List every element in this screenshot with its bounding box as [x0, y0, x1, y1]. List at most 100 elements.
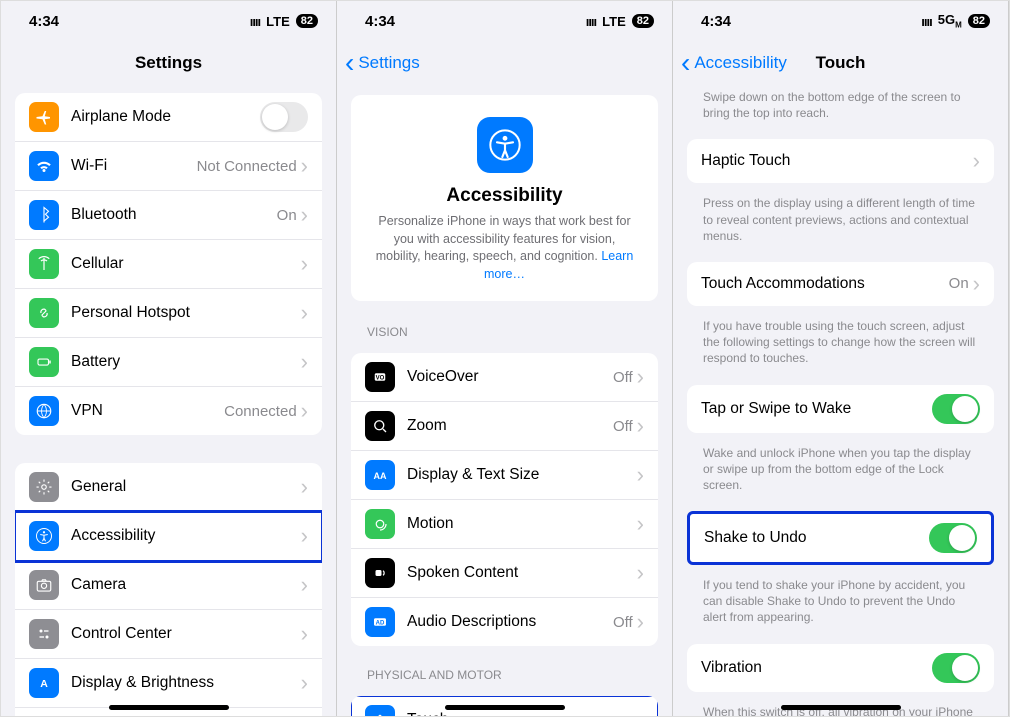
- row-display-text-size[interactable]: AADisplay & Text Size: [351, 451, 658, 500]
- row-voiceover[interactable]: VOVoiceOverOff: [351, 353, 658, 402]
- accessibility-icon: [477, 117, 533, 173]
- chevron-icon: [637, 413, 644, 439]
- status-time: 4:34: [701, 13, 731, 30]
- row-shake-to-undo[interactable]: Shake to Undo: [690, 514, 991, 562]
- chevron-icon: [301, 474, 308, 500]
- link-icon: [29, 298, 59, 328]
- touch-screen: 4:34 5GM 82 Accessibility Touch Swipe do…: [673, 1, 1009, 716]
- signal-icon: [250, 14, 260, 29]
- row-detail: Connected: [224, 403, 297, 420]
- vision-group: VOVoiceOverOffZoomOffAADisplay & Text Si…: [351, 353, 658, 646]
- battery-icon: 82: [968, 14, 990, 28]
- row-personal-hotspot[interactable]: Personal Hotspot: [15, 289, 322, 338]
- battery-icon: [29, 347, 59, 377]
- section-vision: Vision: [337, 311, 672, 345]
- chevron-icon: [301, 523, 308, 549]
- nav-header: Settings: [1, 41, 336, 85]
- back-button[interactable]: Settings: [345, 53, 420, 73]
- chevron-icon: [637, 511, 644, 537]
- toggle[interactable]: [260, 102, 308, 132]
- row-tap-to-wake[interactable]: Tap or Swipe to Wake: [687, 385, 994, 433]
- row-haptic-touch[interactable]: Haptic Touch: [687, 139, 994, 183]
- access-icon: [29, 521, 59, 551]
- row-label: Personal Hotspot: [71, 304, 301, 322]
- row-audio-descriptions[interactable]: AD Audio DescriptionsOff: [351, 598, 658, 646]
- row-bluetooth[interactable]: BluetoothOn: [15, 191, 322, 240]
- chevron-icon: [301, 300, 308, 326]
- row-camera[interactable]: Camera: [15, 561, 322, 610]
- row-label: Zoom: [407, 417, 613, 435]
- row-accessibility[interactable]: Accessibility: [15, 512, 322, 561]
- chevron-icon: [301, 621, 308, 647]
- hero-card: Accessibility Personalize iPhone in ways…: [351, 95, 658, 301]
- toggle[interactable]: [929, 523, 977, 553]
- row-wi-fi[interactable]: Wi-FiNot Connected: [15, 142, 322, 191]
- row-detail: Not Connected: [197, 158, 297, 175]
- svg-text:AD: AD: [376, 620, 385, 626]
- hero-desc: Personalize iPhone in ways that work bes…: [371, 213, 638, 283]
- row-label: Wi-Fi: [71, 157, 197, 175]
- chevron-icon: [973, 271, 980, 297]
- chevron-icon: [637, 560, 644, 586]
- home-indicator[interactable]: [445, 705, 565, 710]
- aa-icon: AA: [365, 460, 395, 490]
- status-bar: 4:34 5GM 82: [673, 1, 1008, 41]
- chevron-icon: [301, 572, 308, 598]
- home-indicator[interactable]: [781, 705, 901, 710]
- chevron-icon: [301, 349, 308, 375]
- note: Swipe down on the bottom edge of the scr…: [673, 85, 1008, 131]
- note: If you tend to shake your iPhone by acci…: [673, 573, 1008, 636]
- toggle[interactable]: [932, 394, 980, 424]
- row-spoken-content[interactable]: Spoken Content: [351, 549, 658, 598]
- row-label: Audio Descriptions: [407, 613, 613, 631]
- note: Press on the display using a different l…: [673, 191, 1008, 254]
- page-title: Settings: [135, 53, 202, 73]
- status-bar: 4:34 LTE 82: [1, 1, 336, 41]
- haptic-group: Haptic Touch: [687, 139, 994, 183]
- row-motion[interactable]: Motion: [351, 500, 658, 549]
- signal-icon: [586, 14, 596, 29]
- row-label: Control Center: [71, 625, 301, 643]
- row-battery[interactable]: Battery: [15, 338, 322, 387]
- status-time: 4:34: [29, 13, 59, 30]
- row-display-brightness[interactable]: ADisplay & Brightness: [15, 659, 322, 708]
- back-button[interactable]: Accessibility: [681, 53, 787, 73]
- settings-screen: 4:34 LTE 82 Settings Airplane Mode Wi-FiN…: [1, 1, 337, 716]
- row-label: Cellular: [71, 255, 301, 273]
- home-indicator[interactable]: [109, 705, 229, 710]
- row-detail: Off: [613, 369, 633, 386]
- accessibility-screen: 4:34 LTE 82 Settings Accessibility Perso…: [337, 1, 673, 716]
- row-vpn[interactable]: VPNConnected: [15, 387, 322, 435]
- switches-icon: [29, 619, 59, 649]
- chevron-icon: [301, 251, 308, 277]
- chevron-icon: [637, 707, 644, 716]
- status-bar: 4:34 LTE 82: [337, 1, 672, 41]
- row-label: Touch: [407, 711, 637, 716]
- row-airplane-mode[interactable]: Airplane Mode: [15, 93, 322, 142]
- settings-group-network: Airplane ModeWi-FiNot ConnectedBluetooth…: [15, 93, 322, 435]
- row-label: Motion: [407, 515, 637, 533]
- chevron-icon: [973, 148, 980, 174]
- row-touch-accommodations[interactable]: Touch Accommodations On: [687, 262, 994, 306]
- tap-group: Tap or Swipe to Wake: [687, 385, 994, 433]
- row-vibration[interactable]: Vibration: [687, 644, 994, 692]
- network-label: LTE: [266, 14, 290, 29]
- row-label: Spoken Content: [407, 564, 637, 582]
- nav-header: Accessibility Touch: [673, 41, 1008, 85]
- settings-group-general: General AccessibilityCamera Control Center…: [15, 463, 322, 716]
- row-control-center[interactable]: Control Center: [15, 610, 322, 659]
- toggle[interactable]: [932, 653, 980, 683]
- sun-icon: A: [29, 668, 59, 698]
- vo-icon: VO: [365, 362, 395, 392]
- row-general[interactable]: General: [15, 463, 322, 512]
- row-label: General: [71, 478, 301, 496]
- row-zoom[interactable]: ZoomOff: [351, 402, 658, 451]
- note: If you have trouble using the touch scre…: [673, 314, 1008, 377]
- shake-group: Shake to Undo: [687, 511, 994, 565]
- row-label: Airplane Mode: [71, 108, 260, 126]
- battery-icon: 82: [632, 14, 654, 28]
- row-cellular[interactable]: Cellular: [15, 240, 322, 289]
- row-detail: Off: [613, 418, 633, 435]
- row-label: Bluetooth: [71, 206, 277, 224]
- row-detail: Off: [613, 614, 633, 631]
